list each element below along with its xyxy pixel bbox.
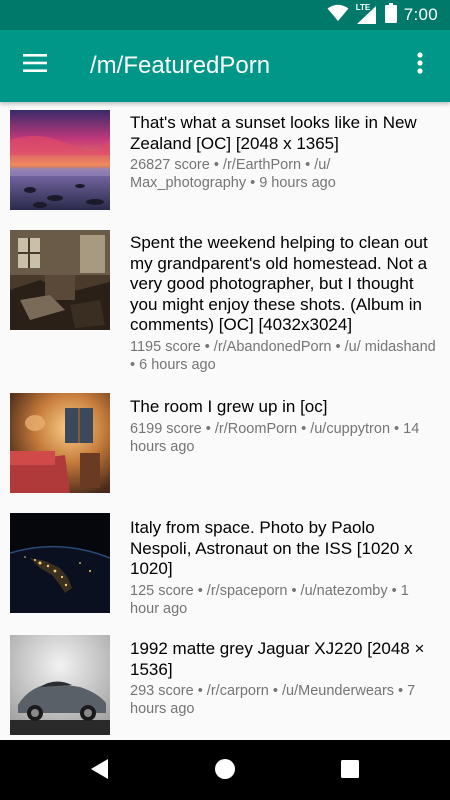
page-title: /m/FeaturedPorn [90,52,271,79]
post-item[interactable]: Italy from space. Photo by Paolo Nespoli… [0,507,450,629]
more-vert-icon [417,51,423,79]
post-meta: 125 score • /r/spaceporn • /u/natezomby … [130,583,409,617]
recents-button[interactable] [335,756,365,786]
battery-icon [384,2,397,28]
post-feed[interactable]: That's what a sunset looks like in New Z… [0,102,450,740]
post-title[interactable]: That's what a sunset looks like in New Z… [130,113,436,154]
italy-night-space-thumbnail[interactable] [10,513,110,613]
recents-icon [340,759,360,784]
lte-label: LTE [355,3,371,12]
status-bar: LTE 7:00 [0,0,450,30]
home-icon [214,758,236,785]
home-button[interactable] [210,756,240,786]
sunset-coast-thumbnail[interactable] [10,110,110,210]
lte-signal-icon: LTE [355,3,378,25]
bedroom-thumbnail[interactable] [10,393,110,493]
wifi-icon [327,4,349,27]
app-bar: /m/FeaturedPorn [0,30,450,102]
system-nav-bar [0,740,450,800]
post-title[interactable]: 1992 matte grey Jaguar XJ220 [2048 × 153… [130,639,436,680]
abandoned-room-thumbnail[interactable] [10,230,110,330]
overflow-menu-button[interactable] [400,42,440,88]
status-icons: LTE 7:00 [327,2,438,28]
menu-button[interactable] [12,42,58,88]
post-meta: 26827 score • /r/EarthPorn • /u/ Max_pho… [130,157,336,191]
jaguar-car-thumbnail[interactable] [10,635,110,735]
post-meta: 293 score • /r/carporn • /u/Meunderwears… [130,683,416,717]
post-item[interactable]: 1992 matte grey Jaguar XJ220 [2048 × 153… [0,629,450,740]
post-title[interactable]: Italy from space. Photo by Paolo Nespoli… [130,518,436,580]
post-meta: 1195 score • /r/AbandonedPorn • /u/ mida… [130,339,436,373]
post-item[interactable]: That's what a sunset looks like in New Z… [0,102,450,222]
post-item[interactable]: Spent the weekend helping to clean out m… [0,222,450,387]
post-title[interactable]: Spent the weekend helping to clean out m… [130,233,436,336]
back-button[interactable] [85,756,115,786]
status-time: 7:00 [403,5,438,24]
hamburger-menu-icon [23,53,47,77]
post-item[interactable]: The room I grew up in [oc] 6199 score • … [0,387,450,507]
post-title[interactable]: The room I grew up in [oc] [130,397,436,418]
post-meta: 6199 score • /r/RoomPorn • /u/cuppytron … [130,421,420,455]
back-icon [90,758,110,785]
